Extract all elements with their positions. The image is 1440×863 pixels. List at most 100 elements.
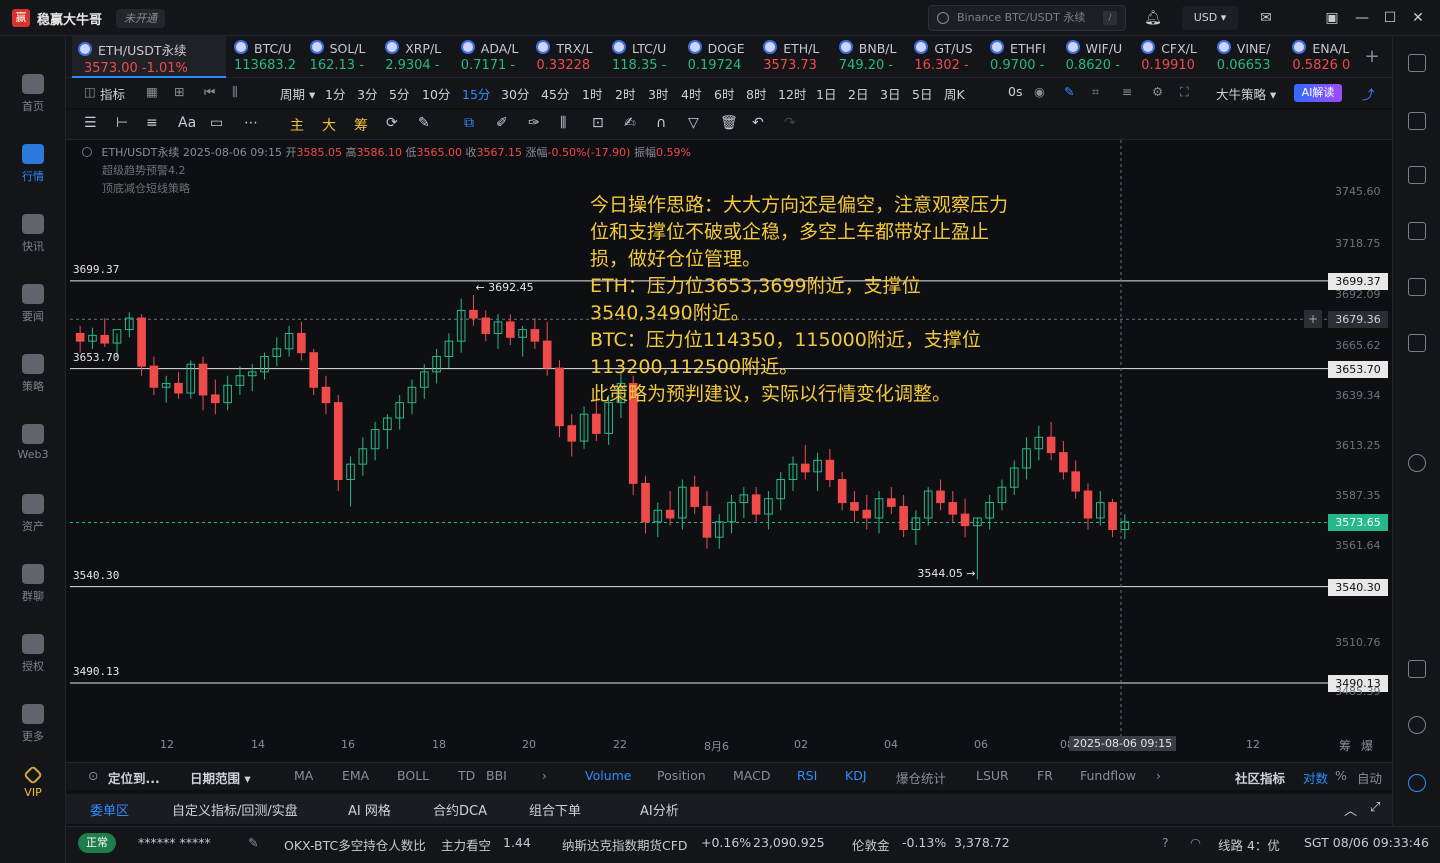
candle[interactable] [469, 295, 478, 326]
candle[interactable] [936, 479, 945, 511]
trend-icon[interactable] [1408, 222, 1426, 240]
bottom-tab-4[interactable]: 组合下单 [529, 800, 581, 819]
corner-label[interactable]: 爆 [1361, 737, 1373, 754]
redo-icon[interactable]: ↷ [784, 115, 796, 131]
ticker-tab[interactable]: SOL/L 162.13 - [308, 36, 384, 78]
bottom-tab-0[interactable]: 委单区 [90, 800, 129, 819]
ruler-icon[interactable]: ▭ [210, 115, 223, 131]
candle[interactable] [1120, 514, 1130, 540]
undo-icon[interactable]: ↶ [752, 115, 764, 131]
magnet-icon[interactable]: ∩ [656, 115, 666, 131]
share-icon[interactable]: ⤴ [1362, 84, 1375, 103]
indicator-4[interactable]: BOLL [397, 768, 429, 783]
ticker-tab[interactable]: BNB/L 749.20 - [837, 36, 913, 78]
period-7[interactable]: 30分 [501, 84, 529, 103]
bot-icon[interactable] [1408, 774, 1426, 792]
swap-icon[interactable] [1408, 454, 1426, 472]
minimize-icon[interactable]: — [1352, 8, 1372, 28]
bottom-tab-5[interactable]: AI分析 [640, 800, 679, 819]
expand-icon[interactable]: ⤢ [1370, 800, 1380, 815]
candle[interactable] [997, 479, 1007, 511]
ticker-tab[interactable]: DOGE 0.19724 [686, 36, 762, 78]
candle[interactable] [432, 348, 441, 384]
pen-icon[interactable]: ✐ [496, 115, 508, 131]
period-15[interactable]: 12时 [778, 84, 806, 103]
period-3[interactable]: 3分 [357, 84, 377, 103]
ticker-tab[interactable]: VINE/0.06653 [1215, 36, 1291, 78]
candle[interactable] [174, 371, 183, 399]
candle[interactable] [702, 491, 712, 549]
pen-icon[interactable]: ✎ [248, 835, 258, 850]
candle[interactable] [1108, 498, 1117, 538]
ticker-tab[interactable]: ADA/L 0.7171 - [459, 36, 535, 78]
ticker-tab[interactable]: TRX/L 0.33228 [534, 36, 610, 78]
candle[interactable] [1022, 437, 1031, 480]
horizontal-line-icon[interactable]: ⊢ [116, 115, 128, 131]
ai-interpret-button[interactable]: AI解读 [1294, 84, 1342, 102]
candle[interactable] [567, 414, 577, 457]
big-order-button[interactable]: 大 [322, 115, 336, 135]
split-icon[interactable]: ⊞ [174, 84, 184, 99]
candle[interactable] [727, 494, 736, 534]
sidebar-item-8[interactable]: 授权 [0, 626, 66, 688]
copy-icon[interactable]: ⧉ [464, 115, 474, 131]
bottom-tab-1[interactable]: 自定义指标/回测/实盘 [172, 800, 298, 819]
candle[interactable] [653, 502, 663, 538]
add-alert-icon[interactable]: + [1304, 310, 1322, 329]
period-8[interactable]: 45分 [541, 84, 569, 103]
candle[interactable] [923, 487, 933, 526]
overlay-indicator-2[interactable]: 顶底减仓短线策略 [102, 180, 190, 196]
lock-icon[interactable]: ⊡ [592, 115, 604, 131]
indicator-17[interactable]: 对数 [1303, 768, 1328, 787]
corner-label[interactable]: 筹 [1339, 737, 1351, 754]
candlestick-chart[interactable]: ETH/USDT永续 2025-08-06 09:15 开3585.05 高35… [66, 140, 1392, 762]
gold-label[interactable]: 伦敦金 [852, 835, 890, 854]
period-9[interactable]: 1时 [582, 84, 602, 103]
indicator-6[interactable]: BBI [486, 768, 507, 783]
candle[interactable] [346, 456, 355, 507]
sidebar-item-5[interactable]: Web3 [0, 416, 66, 478]
currency-select[interactable]: USD ▾ [1182, 6, 1238, 30]
indicator-8[interactable]: Position [657, 768, 706, 783]
more-icon[interactable]: ⋯ [244, 115, 258, 131]
eraser-icon[interactable]: ✑ [528, 115, 540, 131]
ticker-tab[interactable]: CFX/L 0.19910 [1139, 36, 1215, 78]
ticker-tab[interactable]: ETH/L 3573.73 [761, 36, 837, 78]
symbol-search-input[interactable]: Binance BTC/USDT 永续 / [928, 5, 1126, 31]
layout-icon[interactable]: ▣ [1322, 8, 1342, 28]
candle[interactable] [124, 312, 134, 338]
brush-icon[interactable]: ✎ [418, 115, 430, 131]
candle[interactable] [333, 394, 343, 492]
candle[interactable] [813, 452, 822, 492]
ticker-tab[interactable]: XRP/L 2.9304 - [383, 36, 459, 78]
candle[interactable] [911, 510, 921, 545]
bottom-tab-2[interactable]: AI 网格 [348, 800, 391, 819]
ticker-tab[interactable]: ETHFI 0.9700 - [988, 36, 1064, 78]
candle[interactable] [297, 321, 306, 361]
candle[interactable] [506, 314, 515, 345]
candle[interactable] [678, 479, 687, 530]
chips-button[interactable]: 筹 [354, 115, 368, 135]
indicator-16[interactable]: 社区指标 [1235, 768, 1285, 787]
indicator-icon[interactable]: ◫ [84, 84, 96, 99]
indicator-3[interactable]: EMA [342, 768, 369, 783]
period-17[interactable]: 2日 [848, 84, 868, 103]
candle[interactable] [395, 394, 405, 430]
crop-icon[interactable]: ⌗ [1092, 84, 1099, 100]
sidebar-item-3[interactable]: 要闻 [0, 276, 66, 338]
candle[interactable] [579, 406, 589, 449]
candle[interactable] [198, 356, 208, 411]
sidebar-item-6[interactable]: 资产 [0, 486, 66, 548]
overlay-indicator-1[interactable]: 超级趋势预警4.2 [102, 162, 186, 178]
indicator-11[interactable]: KDJ [845, 768, 867, 783]
close-icon[interactable]: ✕ [1408, 8, 1428, 28]
candle[interactable] [419, 364, 429, 399]
candle[interactable] [776, 471, 786, 511]
period-1[interactable]: 周期 ▾ [280, 84, 315, 103]
bell-icon[interactable]: 🔔︎ [1143, 8, 1163, 28]
indicator-19[interactable]: 自动 [1357, 768, 1382, 787]
orderbook-icon[interactable] [1408, 112, 1426, 130]
main-indicator-button[interactable]: 主 [290, 115, 304, 135]
indicator-14[interactable]: FR [1037, 768, 1053, 783]
indicator-13[interactable]: LSUR [976, 768, 1009, 783]
